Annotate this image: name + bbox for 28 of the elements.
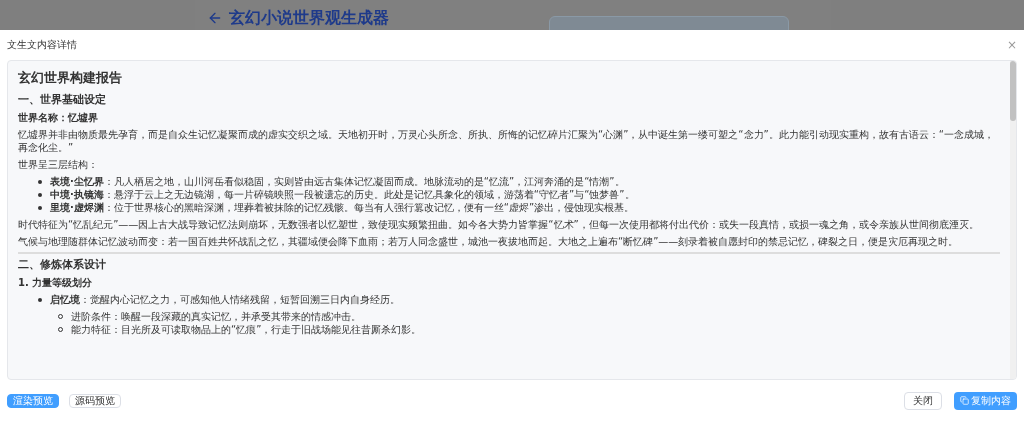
view-tab[interactable]: 渲染预览 [7,393,59,408]
copy-button[interactable]: 复制内容 [954,391,1017,410]
modal-title: 文生文内容详情 [7,39,77,51]
report-title: 玄幻世界构建报告 [18,69,123,87]
list-item-text: 启忆境：觉醒内心记忆之力，可感知他人情绪残留，短暂回溯三日内自身经历。 [50,293,400,306]
scrollbar-thumb[interactable] [1010,61,1016,121]
bullet-icon [38,193,42,197]
paragraph: 忆墟界并非由物质最先孕育，而是自众生记忆凝聚而成的虚实交织之域。天地初开时，万灵心头所念、所执、所悔的记忆碎片汇聚为“心渊”，从中诞生第一缕可塑之“念力”。此力能引动现实重构，故有古语云：“一念成城，再念化尘。” [18,128,995,154]
section-heading: 一、世界基础设定 [18,93,107,107]
paragraph: 气候与地理随群体记忆波动而变：若一国百姓共怀战乱之忆，其疆域便会降下血雨；若万人同念盛世，城池一夜拔地而起。大地之上遍布“断忆碑”——刻录着被自愿封印的禁忌记忆，碑裂之日，便是灾厄再现之时。 [18,235,960,248]
paragraph: 世界呈三层结构： [18,158,99,171]
list-item-text: 能力特征：目光所及可读取物品上的“忆痕”，行走于旧战场能见往昔厮杀幻影。 [71,323,422,336]
page-title: 玄幻小说世界观生成器 [229,8,389,28]
subsection-heading: 1. 力量等级划分 [18,276,94,289]
section-heading: 二、修炼体系设计 [18,258,107,272]
paragraph: 时代特征为“忆乱纪元”——因上古大战导致记忆法则崩坏，无数强者以忆塑世，致使现实频繁扭曲。如今各大势力皆掌握“忆术”，但每一次使用都将付出代价：或失一段真情，或损一魂之角，或令亲族从世间彻底湮灭。 [18,218,980,231]
list-item-text: 表境·尘忆界：凡人栖居之地，山川河岳看似稳固，实则皆由远古集体记忆凝固而成。地脉流动的是“忆流”，江河奔涌的是“情潮”。 [50,175,625,188]
list-item-text: 进阶条件：唤醒一段深藏的真实记忆，并承受其带来的情感冲击。 [71,310,361,323]
list-item-text: 中境·执镜海：悬浮于云上之无边镜湖，每一片碎镜映照一段被遗忘的历史。此处是记忆具象化的领域，游荡着“守忆者”与“蚀梦兽”。 [50,188,635,201]
bullet-icon [38,206,42,210]
list-item-text: 里境·虚烬渊：位于世界核心的黑暗深渊，埋葬着被抹除的记忆残骸。每当有人强行篡改记忆，便有一丝“虚烬”渗出，侵蚀现实根基。 [50,201,635,214]
world-name-label: 世界名称：忆墟界 [18,111,99,124]
bullet-icon [38,298,42,302]
bullet-icon [38,180,42,184]
copy-icon [960,396,969,405]
view-tab[interactable]: 源码预览 [69,393,121,408]
close-button[interactable]: × [1006,39,1017,51]
close-dialog-button[interactable]: 关闭 [904,391,942,410]
